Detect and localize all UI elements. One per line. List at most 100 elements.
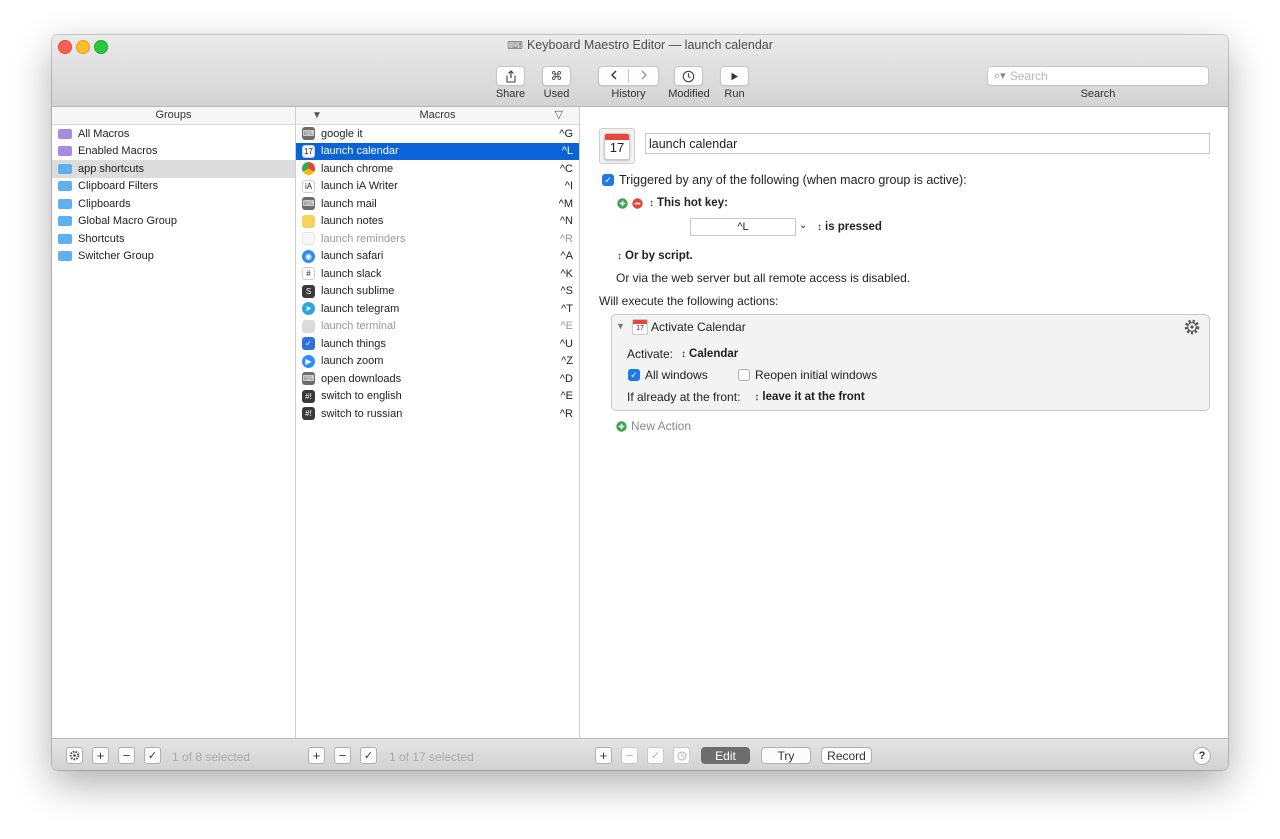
- group-item[interactable]: Clipboards: [52, 195, 295, 213]
- macro-item[interactable]: #! switch to russian ^R: [296, 405, 579, 423]
- hotkey-state-popup[interactable]: ↕ is pressed: [817, 221, 882, 233]
- script-icon: #!: [302, 389, 315, 403]
- folder-icon: [58, 181, 72, 192]
- edit-button[interactable]: Edit: [701, 747, 750, 764]
- macro-item-label: launch telegram: [321, 302, 400, 315]
- macro-item-label: google it: [321, 127, 363, 140]
- modified-button[interactable]: [674, 66, 703, 86]
- action-title: Activate Calendar: [651, 320, 746, 334]
- disclosure-triangle-icon[interactable]: ▼: [616, 321, 625, 331]
- macro-item[interactable]: ▶ launch zoom ^Z: [296, 353, 579, 371]
- macro-item[interactable]: # launch slack ^K: [296, 265, 579, 283]
- search-placeholder: Search: [1009, 69, 1048, 83]
- macro-item[interactable]: ➤ launch telegram ^T: [296, 300, 579, 318]
- macros-status: 1 of 17 selected: [389, 750, 474, 764]
- reminders-icon: [302, 232, 315, 246]
- macro-item[interactable]: Slaunch sublime ^S: [296, 283, 579, 301]
- add-action-button[interactable]: +: [595, 747, 612, 764]
- try-button[interactable]: Try: [761, 747, 811, 764]
- add-trigger-icon[interactable]: [617, 197, 628, 209]
- trigger-type-popup-icon[interactable]: ↕: [649, 198, 654, 209]
- macro-name-field[interactable]: launch calendar: [645, 133, 1210, 154]
- search-label: Search: [1080, 88, 1116, 100]
- macro-item[interactable]: ✓ launch things ^U: [296, 335, 579, 353]
- zoom-icon: ▶: [302, 354, 315, 368]
- record-button[interactable]: Record: [821, 747, 872, 764]
- reopen-checkbox[interactable]: [738, 369, 750, 381]
- gear-icon[interactable]: [1183, 318, 1201, 336]
- group-item[interactable]: All Macros: [52, 125, 295, 143]
- macro-hotkey: ^S: [560, 285, 574, 298]
- macro-item[interactable]: launch reminders ^R: [296, 230, 579, 248]
- all-windows-label: All windows: [645, 368, 708, 382]
- sublime-icon: S: [302, 284, 315, 298]
- macro-item[interactable]: ⌨ google it ^G: [296, 125, 579, 143]
- new-action-button[interactable]: New Action: [616, 419, 691, 433]
- script-trigger-popup[interactable]: ↕ Or by script.: [617, 250, 693, 262]
- used-button[interactable]: ⌘: [542, 66, 571, 86]
- macro-item[interactable]: launch terminal ^E: [296, 318, 579, 336]
- help-button[interactable]: ?: [1193, 747, 1211, 765]
- macros-header[interactable]: ▼ Macros ▽: [296, 107, 579, 125]
- popup-arrows-icon: ↕: [817, 221, 822, 233]
- add-macro-button[interactable]: +: [308, 747, 325, 764]
- run-button[interactable]: [720, 66, 749, 86]
- remove-trigger-icon[interactable]: [632, 197, 643, 209]
- macro-icon-well[interactable]: 17: [599, 128, 635, 164]
- search-field[interactable]: ⌕▾ Search: [987, 66, 1209, 86]
- group-item[interactable]: Switcher Group: [52, 248, 295, 266]
- macro-item[interactable]: iA launch iA Writer ^I: [296, 178, 579, 196]
- folder-icon: [58, 216, 72, 227]
- trigger-label: Triggered by any of the following (when …: [619, 173, 967, 187]
- calendar-icon: 17: [604, 132, 630, 160]
- group-item[interactable]: Shortcuts: [52, 230, 295, 248]
- macro-item-label: switch to english: [321, 390, 402, 403]
- history-label: History: [611, 88, 646, 100]
- enable-macro-button[interactable]: ✓: [360, 747, 377, 764]
- command-icon: ⌘: [550, 69, 563, 83]
- trigger-checkbox-row[interactable]: ✓ Triggered by any of the following (whe…: [602, 173, 967, 187]
- groups-header[interactable]: Groups: [52, 107, 295, 125]
- enable-action-button[interactable]: ✓: [647, 747, 664, 764]
- bottom-bar: + − ✓ 1 of 8 selected + − ✓ 1 of 17 sele…: [52, 738, 1228, 770]
- macro-item[interactable]: ⌨ open downloads ^D: [296, 370, 579, 388]
- group-item[interactable]: Clipboard Filters: [52, 178, 295, 196]
- group-item[interactable]: app shortcuts: [52, 160, 295, 178]
- reopen-option[interactable]: Reopen initial windows: [738, 368, 877, 382]
- macro-hotkey: ^C: [559, 162, 573, 175]
- macro-item[interactable]: launch notes ^N: [296, 213, 579, 231]
- hotkey-field[interactable]: ^L: [690, 218, 796, 236]
- remove-macro-button[interactable]: −: [334, 747, 351, 764]
- group-item[interactable]: Global Macro Group: [52, 213, 295, 231]
- enable-group-button[interactable]: ✓: [144, 747, 161, 764]
- filter-triangle-icon[interactable]: ▽: [555, 107, 563, 124]
- groups-pane: Groups All Macros Enabled Macros app short…: [52, 107, 296, 738]
- history-back-button[interactable]: [599, 69, 629, 83]
- group-item-label: Switcher Group: [78, 250, 154, 263]
- activate-action[interactable]: ▼ 17 Activate Calendar Activate: ↕ Calen…: [611, 314, 1210, 411]
- macro-item[interactable]: 17 launch calendar ^L: [296, 142, 579, 160]
- add-group-button[interactable]: +: [92, 747, 109, 764]
- history-forward-button[interactable]: [629, 69, 658, 83]
- group-item-label: Global Macro Group: [78, 215, 178, 228]
- remove-group-button[interactable]: −: [118, 747, 135, 764]
- hotkey-menu-chevron-icon[interactable]: ⌄: [799, 220, 807, 231]
- all-windows-option[interactable]: ✓ All windows: [628, 368, 708, 382]
- activate-app-popup[interactable]: ↕ Calendar: [681, 348, 738, 360]
- trigger-checkbox[interactable]: ✓: [602, 174, 614, 186]
- macro-item[interactable]: ⌨ launch mail ^M: [296, 195, 579, 213]
- keystroke-icon: ⌨: [302, 197, 315, 211]
- macro-item-label: launch reminders: [321, 232, 406, 245]
- group-item[interactable]: Enabled Macros: [52, 143, 295, 161]
- macro-item[interactable]: launch chrome ^C: [296, 160, 579, 178]
- share-button[interactable]: [496, 66, 525, 86]
- sort-triangle-icon[interactable]: ▼: [312, 107, 322, 124]
- all-windows-checkbox[interactable]: ✓: [628, 369, 640, 381]
- macro-item[interactable]: ◉ launch safari ^A: [296, 248, 579, 266]
- group-settings-button[interactable]: [66, 747, 83, 764]
- front-behavior-popup[interactable]: ↕ leave it at the front: [754, 391, 864, 403]
- macro-item[interactable]: #! switch to english ^E: [296, 388, 579, 406]
- share-label: Share: [495, 88, 526, 100]
- remove-action-button[interactable]: −: [621, 747, 638, 764]
- action-history-button[interactable]: [673, 747, 690, 764]
